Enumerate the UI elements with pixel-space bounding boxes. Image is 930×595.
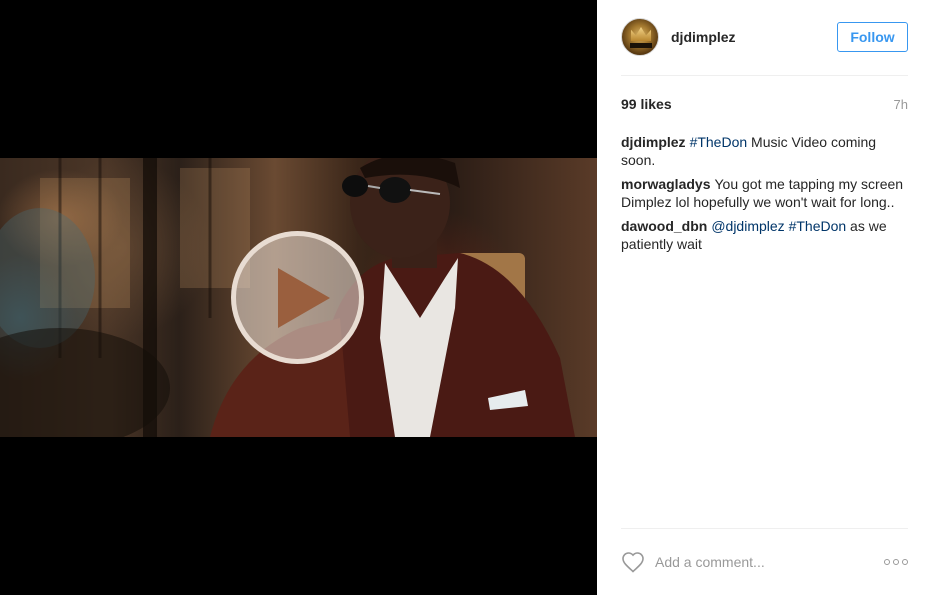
comment-item: djdimplez #TheDon Music Video coming soon… — [621, 133, 908, 169]
avatar[interactable] — [621, 18, 659, 56]
crown-logo-icon — [631, 27, 651, 41]
username-link[interactable]: djdimplez — [671, 29, 837, 45]
media-panel — [0, 0, 597, 595]
footer-divider — [621, 528, 908, 529]
mention-link[interactable]: @djdimplez — [711, 218, 784, 234]
more-options-icon[interactable] — [884, 559, 908, 565]
comment-item: dawood_dbn @djdimplez #TheDon as we patie… — [621, 217, 908, 253]
post-timestamp[interactable]: 7h — [894, 97, 908, 112]
hashtag-link[interactable]: #TheDon — [789, 218, 847, 234]
dot — [884, 559, 890, 565]
add-comment-input[interactable] — [655, 554, 884, 570]
likes-row: 99 likes 7h — [621, 96, 908, 112]
play-button[interactable] — [231, 231, 364, 364]
comment-username[interactable]: morwagladys — [621, 176, 710, 192]
comment-item: morwagladys You got me tapping my screen … — [621, 175, 908, 211]
dot — [902, 559, 908, 565]
comment-username[interactable]: dawood_dbn — [621, 218, 707, 234]
post-details-panel: djdimplez Follow 99 likes 7h djdimplez #T… — [597, 0, 930, 595]
avatar-base — [630, 43, 652, 48]
likes-count[interactable]: 99 likes — [621, 96, 672, 112]
play-icon — [277, 267, 330, 328]
comment-footer — [621, 547, 908, 577]
header-divider — [621, 75, 908, 76]
comment-username[interactable]: djdimplez — [621, 134, 686, 150]
hashtag-link[interactable]: #TheDon — [690, 134, 748, 150]
follow-button[interactable]: Follow — [837, 22, 908, 52]
post-header: djdimplez Follow — [621, 17, 908, 57]
comments-list: djdimplez #TheDon Music Video coming soon… — [621, 133, 908, 259]
dot — [893, 559, 899, 565]
heart-icon[interactable] — [621, 551, 645, 573]
